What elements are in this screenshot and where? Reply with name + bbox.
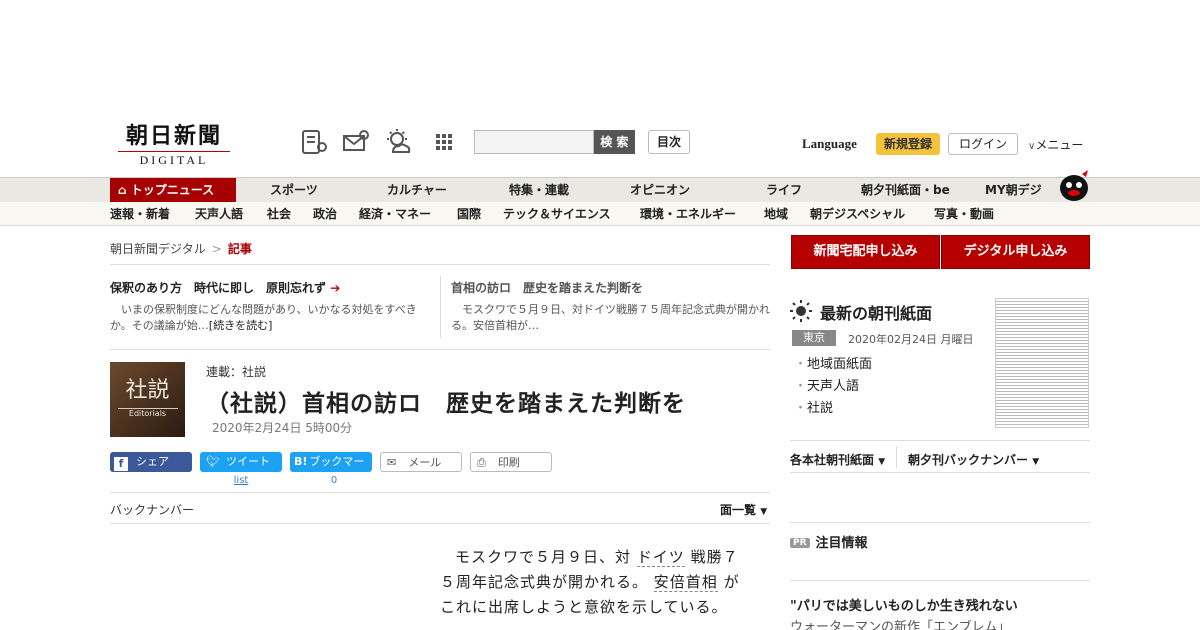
- search-input[interactable]: [474, 130, 594, 154]
- newspaper-thumbnail[interactable]: [995, 298, 1089, 428]
- backnumber-dropdown[interactable]: 朝夕刊バックナンバー ▼: [908, 451, 1039, 468]
- subnav-item[interactable]: テック＆サイエンス: [503, 202, 611, 226]
- subnav-item[interactable]: 地域: [764, 202, 788, 226]
- subnav-item[interactable]: 社会: [267, 202, 291, 226]
- related-article[interactable]: 首相の訪ロ 歴史を踏まえた判断を モスクワで５月９日、対ドイツ戦勝７５周年記念式…: [451, 280, 771, 334]
- facebook-icon: f: [114, 457, 128, 471]
- login-button[interactable]: ログイン: [948, 133, 1018, 155]
- digital-subscribe-button[interactable]: デジタル申し込み: [941, 235, 1090, 269]
- related-article[interactable]: 保釈のあり方 時代に即し 原則忘れず ➔ いまの保釈制度にどんな問題があり、いか…: [110, 280, 430, 334]
- subnav-item[interactable]: 政治: [313, 202, 337, 226]
- subnav-item[interactable]: 写真・動画: [934, 202, 994, 226]
- mail-icon: ✉: [387, 456, 397, 469]
- subnav-item[interactable]: 速報・新着: [110, 202, 170, 226]
- mail-share-button[interactable]: ✉ メール: [380, 452, 462, 472]
- twitter-icon: 🐦︎: [206, 455, 220, 468]
- subnav-item[interactable]: 国際: [457, 202, 481, 226]
- subnav-item[interactable]: 環境・エネルギー: [640, 202, 736, 226]
- divider: [110, 349, 770, 350]
- paper-icon[interactable]: [300, 128, 328, 156]
- nav-item-sports[interactable]: スポーツ: [270, 178, 318, 202]
- list-item[interactable]: 社説: [794, 398, 872, 420]
- divider: [110, 492, 770, 493]
- list-item[interactable]: 地域面紙面: [794, 354, 872, 376]
- divider: [896, 446, 897, 468]
- divider: [790, 440, 1090, 441]
- divider: [790, 472, 1090, 473]
- print-button[interactable]: ⎙ 印刷: [470, 452, 552, 472]
- paper-links: 地域面紙面 天声人語 社説: [794, 354, 872, 420]
- divider: [110, 264, 770, 265]
- subnav-item[interactable]: 経済・マネー: [359, 202, 431, 226]
- latest-paper-title[interactable]: 最新の朝刊紙面: [820, 300, 932, 324]
- paper-date: 2020年02月24日 月曜日: [848, 333, 974, 346]
- nav-item-my-asadigi[interactable]: MY朝デジ: [985, 178, 1042, 202]
- nav-item-life[interactable]: ライフ: [766, 178, 802, 202]
- keyword-link[interactable]: ドイツ: [636, 548, 685, 567]
- site-logo[interactable]: 朝日新聞 DIGITAL: [118, 123, 230, 168]
- bookmark-count[interactable]: 0: [290, 475, 378, 486]
- twitter-list-link[interactable]: list: [200, 475, 282, 486]
- series-label[interactable]: 連載：社説: [206, 363, 266, 380]
- article-headline: （社説）首相の訪ロ 歴史を踏まえた判断を: [206, 391, 686, 417]
- breadcrumb-home[interactable]: 朝日新聞デジタル: [110, 242, 206, 256]
- editorials-badge: 社説 Editorials: [110, 362, 185, 437]
- triangle-down-icon: ▼: [1032, 457, 1040, 467]
- facebook-share-button[interactable]: f シェア: [110, 452, 192, 472]
- pr-header: PR 注目情報: [790, 532, 868, 551]
- article-body: モスクワで５月９日、対 ドイツ 戦勝７５周年記念式典が開かれる。 安倍首相 がこ…: [440, 548, 740, 616]
- page-list-dropdown[interactable]: 面一覧 ▼: [720, 501, 767, 518]
- hatena-icon: B!: [294, 455, 308, 468]
- sun-icon: [790, 300, 812, 322]
- bookmark-button[interactable]: B! ブックマーク: [290, 452, 372, 488]
- region-badge: 東京: [792, 330, 836, 346]
- backnumber-link[interactable]: バックナンバー: [110, 501, 194, 518]
- triangle-down-icon: ▼: [878, 457, 886, 467]
- language-link[interactable]: Language: [802, 136, 857, 152]
- menu-button[interactable]: ∨メニュー: [1028, 136, 1083, 153]
- mail-icon[interactable]: [342, 128, 370, 156]
- keyword-link[interactable]: 安倍首相: [653, 573, 718, 592]
- ad-title[interactable]: "パリでは美しいものしか生き残れない: [790, 595, 1018, 614]
- twitter-share-button[interactable]: 🐦︎ ツイート: [200, 452, 282, 472]
- mascot-icon: [1060, 170, 1088, 201]
- divider: [790, 522, 1090, 523]
- grid-icon[interactable]: [430, 128, 458, 156]
- sub-nav: 速報・新着 天声人語 社会 政治 経済・マネー 国際 テック＆サイエンス 環境・…: [0, 202, 1200, 226]
- list-item[interactable]: 天声人語: [794, 376, 872, 398]
- site-header: 朝日新聞 DIGITAL 検 索 目次 Language 新規登録 ログイン ∨…: [0, 118, 1200, 176]
- nav-item-top-news[interactable]: ⌂ トップニュース: [110, 178, 236, 202]
- subnav-item[interactable]: 天声人語: [195, 202, 243, 226]
- triangle-down-icon: ▼: [760, 507, 768, 517]
- nav-item-paper[interactable]: 朝夕刊紙面・be: [861, 178, 950, 202]
- toc-button[interactable]: 目次: [648, 130, 690, 154]
- paper-subscribe-button[interactable]: 新聞宅配申し込み: [791, 235, 940, 269]
- signup-button[interactable]: 新規登録: [876, 133, 940, 155]
- home-icon: ⌂: [118, 183, 131, 197]
- regional-paper-dropdown[interactable]: 各本社朝刊紙面 ▼: [790, 451, 885, 468]
- divider: [790, 580, 1090, 581]
- main-nav: ⌂ トップニュース スポーツ カルチャー 特集・連載 オピニオン ライフ 朝夕刊…: [0, 170, 1200, 202]
- breadcrumb-current: 記事: [227, 242, 252, 256]
- nav-item-features[interactable]: 特集・連載: [509, 178, 569, 202]
- ad-subtitle[interactable]: ウォーターマンの新作「エンブレム」: [790, 616, 1010, 630]
- weather-icon[interactable]: [384, 128, 412, 156]
- nav-item-culture[interactable]: カルチャー: [387, 178, 447, 202]
- divider: [440, 276, 441, 338]
- breadcrumb: 朝日新聞デジタル > 記事: [110, 242, 252, 256]
- read-more-link[interactable]: [続きを読む]: [209, 319, 273, 332]
- article-date: 2020年2月24日 5時00分: [212, 421, 353, 435]
- search-button[interactable]: 検 索: [593, 130, 635, 154]
- printer-icon: ⎙: [477, 456, 486, 469]
- arrow-right-icon: ➔: [330, 281, 341, 295]
- subnav-item[interactable]: 朝デジスペシャル: [810, 202, 905, 226]
- search-box: 検 索: [474, 130, 635, 154]
- nav-item-opinion[interactable]: オピニオン: [630, 178, 690, 202]
- divider: [110, 523, 770, 524]
